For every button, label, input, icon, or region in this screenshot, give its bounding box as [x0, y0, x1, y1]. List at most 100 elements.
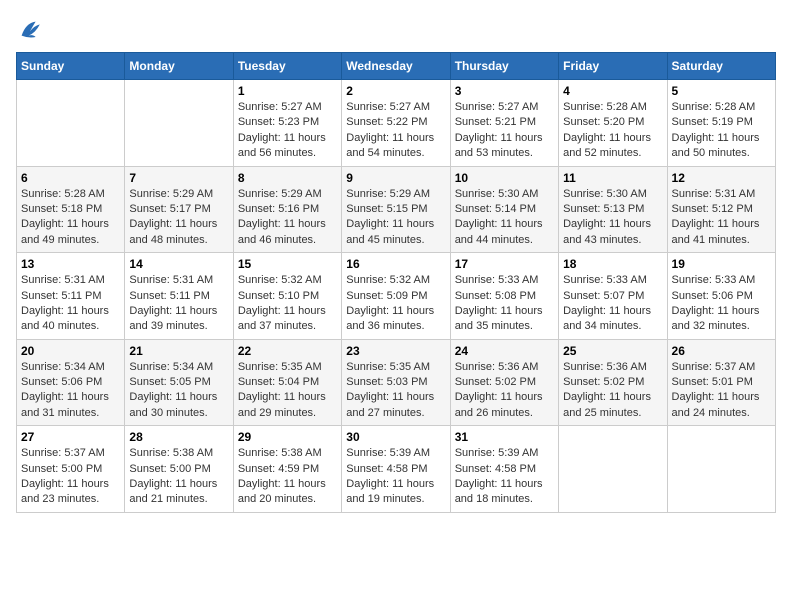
day-info: Sunrise: 5:29 AMSunset: 5:16 PMDaylight:… — [238, 187, 337, 249]
column-header-sunday: Sunday — [17, 53, 125, 80]
calendar-cell: 15 Sunrise: 5:32 AMSunset: 5:10 PMDayligh… — [233, 253, 341, 340]
day-number: 26 — [672, 344, 771, 358]
calendar-cell: 2Sunrise: 5:27 AMSunset: 5:22 PMDaylight… — [342, 80, 450, 167]
day-number: 8 — [238, 171, 337, 185]
day-number: 27 — [21, 430, 120, 444]
calendar-cell: 6 Sunrise: 5:28 AMSunset: 5:18 PMDaylight… — [17, 166, 125, 253]
day-number: 29 — [238, 430, 337, 444]
calendar-cell: 1Sunrise: 5:27 AMSunset: 5:23 PMDaylight… — [233, 80, 341, 167]
day-number: 16 — [346, 257, 445, 271]
day-number: 23 — [346, 344, 445, 358]
column-header-thursday: Thursday — [450, 53, 558, 80]
calendar-cell: 21Sunrise: 5:34 AMSunset: 5:05 PMDayligh… — [125, 339, 233, 426]
day-info: Sunrise: 5:28 AMSunset: 5:20 PMDaylight:… — [563, 100, 662, 162]
day-number: 24 — [455, 344, 554, 358]
calendar-cell: 3Sunrise: 5:27 AMSunset: 5:21 PMDaylight… — [450, 80, 558, 167]
calendar-cell: 25 Sunrise: 5:36 AMSunset: 5:02 PMDayligh… — [559, 339, 667, 426]
calendar-cell: 18 Sunrise: 5:33 AMSunset: 5:07 PMDayligh… — [559, 253, 667, 340]
day-info: Sunrise: 5:38 AMSunset: 5:00 PMDaylight:… — [129, 446, 228, 508]
calendar-cell: 13 Sunrise: 5:31 AMSunset: 5:11 PMDayligh… — [17, 253, 125, 340]
day-number: 18 — [563, 257, 662, 271]
calendar-cell: 22Sunrise: 5:35 AMSunset: 5:04 PMDayligh… — [233, 339, 341, 426]
calendar-week-2: 6 Sunrise: 5:28 AMSunset: 5:18 PMDaylight… — [17, 166, 776, 253]
logo-bird-icon — [16, 16, 44, 44]
day-number: 17 — [455, 257, 554, 271]
day-info: Sunrise: 5:32 AMSunset: 5:10 PMDaylight:… — [238, 273, 337, 335]
calendar-week-1: 1Sunrise: 5:27 AMSunset: 5:23 PMDaylight… — [17, 80, 776, 167]
calendar-cell: 16 Sunrise: 5:32 AMSunset: 5:09 PMDayligh… — [342, 253, 450, 340]
day-number: 5 — [672, 84, 771, 98]
calendar-cell: 8 Sunrise: 5:29 AMSunset: 5:16 PMDaylight… — [233, 166, 341, 253]
calendar-table: SundayMondayTuesdayWednesdayThursdayFrid… — [16, 52, 776, 513]
day-number: 20 — [21, 344, 120, 358]
calendar-cell: 26 Sunrise: 5:37 AMSunset: 5:01 PMDayligh… — [667, 339, 775, 426]
day-number: 9 — [346, 171, 445, 185]
day-number: 19 — [672, 257, 771, 271]
day-info: Sunrise: 5:31 AMSunset: 5:11 PMDaylight:… — [21, 273, 120, 335]
day-info: Sunrise: 5:33 AMSunset: 5:07 PMDaylight:… — [563, 273, 662, 335]
calendar-week-5: 27 Sunrise: 5:37 AMSunset: 5:00 PMDayligh… — [17, 426, 776, 513]
day-number: 21 — [129, 344, 228, 358]
calendar-cell: 31Sunrise: 5:39 AMSunset: 4:58 PMDayligh… — [450, 426, 558, 513]
day-info: Sunrise: 5:36 AMSunset: 5:02 PMDaylight:… — [455, 360, 554, 422]
day-number: 11 — [563, 171, 662, 185]
calendar-cell: 27 Sunrise: 5:37 AMSunset: 5:00 PMDayligh… — [17, 426, 125, 513]
day-info: Sunrise: 5:35 AMSunset: 5:03 PMDaylight:… — [346, 360, 445, 422]
calendar-header: SundayMondayTuesdayWednesdayThursdayFrid… — [17, 53, 776, 80]
day-number: 4 — [563, 84, 662, 98]
day-info: Sunrise: 5:38 AMSunset: 4:59 PMDaylight:… — [238, 446, 337, 508]
day-info: Sunrise: 5:39 AMSunset: 4:58 PMDaylight:… — [455, 446, 554, 508]
column-header-wednesday: Wednesday — [342, 53, 450, 80]
page-header — [16, 16, 776, 44]
day-info: Sunrise: 5:39 AMSunset: 4:58 PMDaylight:… — [346, 446, 445, 508]
day-info: Sunrise: 5:35 AMSunset: 5:04 PMDaylight:… — [238, 360, 337, 422]
day-number: 7 — [129, 171, 228, 185]
day-number: 1 — [238, 84, 337, 98]
calendar-cell: 30Sunrise: 5:39 AMSunset: 4:58 PMDayligh… — [342, 426, 450, 513]
day-info: Sunrise: 5:33 AMSunset: 5:08 PMDaylight:… — [455, 273, 554, 335]
calendar-cell — [559, 426, 667, 513]
day-number: 13 — [21, 257, 120, 271]
calendar-cell — [125, 80, 233, 167]
day-info: Sunrise: 5:34 AMSunset: 5:06 PMDaylight:… — [21, 360, 120, 422]
day-number: 3 — [455, 84, 554, 98]
day-number: 15 — [238, 257, 337, 271]
header-row: SundayMondayTuesdayWednesdayThursdayFrid… — [17, 53, 776, 80]
calendar-cell — [17, 80, 125, 167]
calendar-cell: 17 Sunrise: 5:33 AMSunset: 5:08 PMDayligh… — [450, 253, 558, 340]
day-number: 28 — [129, 430, 228, 444]
day-info: Sunrise: 5:36 AMSunset: 5:02 PMDaylight:… — [563, 360, 662, 422]
calendar-cell: 28 Sunrise: 5:38 AMSunset: 5:00 PMDayligh… — [125, 426, 233, 513]
day-number: 10 — [455, 171, 554, 185]
calendar-cell: 12Sunrise: 5:31 AMSunset: 5:12 PMDayligh… — [667, 166, 775, 253]
day-info: Sunrise: 5:37 AMSunset: 5:01 PMDaylight:… — [672, 360, 771, 422]
day-info: Sunrise: 5:30 AMSunset: 5:13 PMDaylight:… — [563, 187, 662, 249]
calendar-cell: 9Sunrise: 5:29 AMSunset: 5:15 PMDaylight… — [342, 166, 450, 253]
calendar-cell: 29 Sunrise: 5:38 AMSunset: 4:59 PMDayligh… — [233, 426, 341, 513]
day-number: 6 — [21, 171, 120, 185]
calendar-body: 1Sunrise: 5:27 AMSunset: 5:23 PMDaylight… — [17, 80, 776, 513]
day-info: Sunrise: 5:29 AMSunset: 5:17 PMDaylight:… — [129, 187, 228, 249]
day-info: Sunrise: 5:37 AMSunset: 5:00 PMDaylight:… — [21, 446, 120, 508]
day-info: Sunrise: 5:31 AMSunset: 5:12 PMDaylight:… — [672, 187, 771, 249]
column-header-friday: Friday — [559, 53, 667, 80]
calendar-cell: 20 Sunrise: 5:34 AMSunset: 5:06 PMDayligh… — [17, 339, 125, 426]
calendar-cell: 7 Sunrise: 5:29 AMSunset: 5:17 PMDaylight… — [125, 166, 233, 253]
day-number: 25 — [563, 344, 662, 358]
calendar-cell: 4 Sunrise: 5:28 AMSunset: 5:20 PMDaylight… — [559, 80, 667, 167]
day-info: Sunrise: 5:32 AMSunset: 5:09 PMDaylight:… — [346, 273, 445, 335]
column-header-monday: Monday — [125, 53, 233, 80]
day-info: Sunrise: 5:33 AMSunset: 5:06 PMDaylight:… — [672, 273, 771, 335]
day-info: Sunrise: 5:31 AMSunset: 5:11 PMDaylight:… — [129, 273, 228, 335]
calendar-cell: 24 Sunrise: 5:36 AMSunset: 5:02 PMDayligh… — [450, 339, 558, 426]
calendar-week-3: 13 Sunrise: 5:31 AMSunset: 5:11 PMDayligh… — [17, 253, 776, 340]
day-number: 14 — [129, 257, 228, 271]
calendar-week-4: 20 Sunrise: 5:34 AMSunset: 5:06 PMDayligh… — [17, 339, 776, 426]
day-info: Sunrise: 5:30 AMSunset: 5:14 PMDaylight:… — [455, 187, 554, 249]
logo — [16, 16, 48, 44]
calendar-cell: 14 Sunrise: 5:31 AMSunset: 5:11 PMDayligh… — [125, 253, 233, 340]
calendar-cell: 11 Sunrise: 5:30 AMSunset: 5:13 PMDayligh… — [559, 166, 667, 253]
calendar-cell: 5Sunrise: 5:28 AMSunset: 5:19 PMDaylight… — [667, 80, 775, 167]
day-info: Sunrise: 5:28 AMSunset: 5:18 PMDaylight:… — [21, 187, 120, 249]
column-header-tuesday: Tuesday — [233, 53, 341, 80]
